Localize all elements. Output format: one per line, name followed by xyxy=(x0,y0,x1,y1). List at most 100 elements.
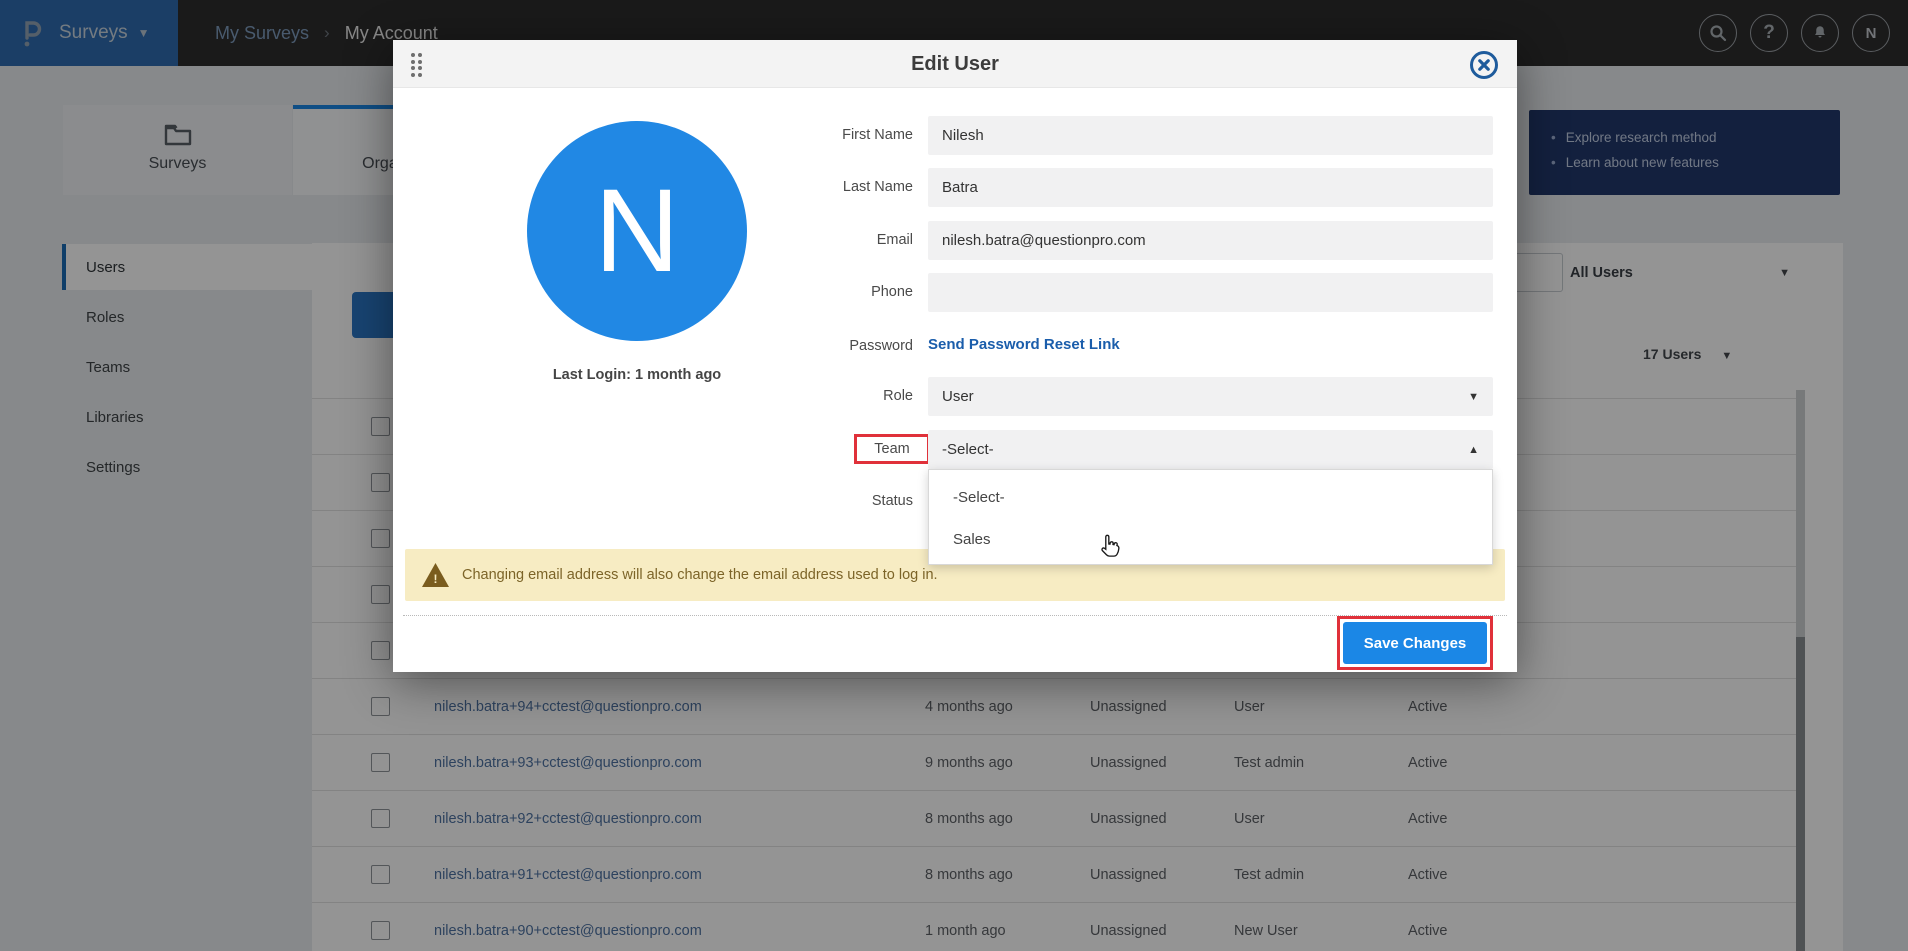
row-checkbox[interactable] xyxy=(371,809,390,828)
save-changes-button[interactable]: Save Changes xyxy=(1343,622,1487,664)
team-option-select[interactable]: -Select- xyxy=(929,477,1492,519)
password-label: Password xyxy=(773,327,913,366)
tab-surveys[interactable]: Surveys xyxy=(63,105,292,195)
row-checkbox[interactable] xyxy=(371,585,390,604)
row-checkbox[interactable] xyxy=(371,865,390,884)
users-filter-select[interactable]: All Users ▼ xyxy=(1570,253,1798,292)
table-row: nilesh.batra+90+cctest@questionpro.com 1… xyxy=(312,903,1798,951)
scrollbar-thumb[interactable] xyxy=(1796,637,1805,951)
cell-last-login: 1 month ago xyxy=(925,903,1006,951)
cell-email[interactable]: nilesh.batra+94+cctest@questionpro.com xyxy=(434,679,702,735)
cell-last-login: 8 months ago xyxy=(925,847,1013,903)
modal-title: Edit User xyxy=(393,40,1517,88)
cell-team: Unassigned xyxy=(1090,791,1167,847)
product-name: Surveys xyxy=(59,22,128,44)
cell-status: Active xyxy=(1408,679,1448,735)
sidebar-item-roles[interactable]: Roles xyxy=(62,294,312,340)
cell-email[interactable]: nilesh.batra+90+cctest@questionpro.com xyxy=(434,903,702,951)
close-icon[interactable] xyxy=(1469,50,1499,80)
first-name-label: First Name xyxy=(773,116,913,155)
sidebar-item-teams[interactable]: Teams xyxy=(62,344,312,390)
email-field[interactable] xyxy=(928,221,1493,260)
chevron-down-icon: ▼ xyxy=(138,26,150,40)
search-icon[interactable] xyxy=(1699,14,1737,52)
cell-status: Active xyxy=(1408,791,1448,847)
warning-text: Changing email address will also change … xyxy=(462,567,938,583)
table-row: nilesh.batra+91+cctest@questionpro.com 8… xyxy=(312,847,1798,903)
breadcrumb-my-surveys[interactable]: My Surveys xyxy=(215,23,309,44)
bullet-icon: • xyxy=(1551,130,1556,145)
first-name-field[interactable] xyxy=(928,116,1493,155)
cell-status: Active xyxy=(1408,847,1448,903)
last-name-label: Last Name xyxy=(773,168,913,207)
cell-role: User xyxy=(1234,791,1265,847)
cell-last-login: 9 months ago xyxy=(925,735,1013,791)
chevron-up-icon: ▲ xyxy=(1468,444,1479,456)
navbar-actions: ? N xyxy=(1699,14,1890,52)
chevron-down-icon: ▼ xyxy=(1468,391,1479,403)
row-checkbox[interactable] xyxy=(371,529,390,548)
promo-link-research[interactable]: •Explore research method xyxy=(1551,130,1840,145)
team-select[interactable]: -Select- ▲ xyxy=(928,430,1493,469)
cell-email[interactable]: nilesh.batra+93+cctest@questionpro.com xyxy=(434,735,702,791)
promo-box: •Explore research method •Learn about ne… xyxy=(1529,110,1840,195)
cell-team: Unassigned xyxy=(1090,903,1167,951)
modal-header: Edit User xyxy=(393,40,1517,88)
phone-field[interactable] xyxy=(928,273,1493,312)
team-value: -Select- xyxy=(942,441,994,458)
cell-status: Active xyxy=(1408,903,1448,951)
row-checkbox[interactable] xyxy=(371,697,390,716)
sidebar-item-settings[interactable]: Settings xyxy=(62,444,312,490)
tab-surveys-label: Surveys xyxy=(63,155,292,173)
promo-link-features[interactable]: •Learn about new features xyxy=(1551,155,1840,170)
cell-email[interactable]: nilesh.batra+91+cctest@questionpro.com xyxy=(434,847,702,903)
chevron-down-icon: ▼ xyxy=(1779,267,1790,279)
table-row: nilesh.batra+94+cctest@questionpro.com 4… xyxy=(312,679,1798,735)
product-switcher[interactable]: Surveys ▼ xyxy=(0,0,178,66)
folder-icon xyxy=(63,123,292,149)
row-checkbox[interactable] xyxy=(371,921,390,940)
questionpro-logo-icon xyxy=(20,17,46,49)
role-select[interactable]: User ▼ xyxy=(928,377,1493,416)
cell-email[interactable]: nilesh.batra+92+cctest@questionpro.com xyxy=(434,791,702,847)
role-value: User xyxy=(942,388,974,405)
table-row: nilesh.batra+93+cctest@questionpro.com 9… xyxy=(312,735,1798,791)
users-filter-value: All Users xyxy=(1570,265,1633,281)
cell-team: Unassigned xyxy=(1090,735,1167,791)
role-label: Role xyxy=(773,377,913,416)
cell-last-login: 4 months ago xyxy=(925,679,1013,735)
sidebar-item-libraries[interactable]: Libraries xyxy=(62,394,312,440)
user-avatar[interactable]: N xyxy=(1852,14,1890,52)
table-row: nilesh.batra+92+cctest@questionpro.com 8… xyxy=(312,791,1798,847)
chevron-down-icon: ▼ xyxy=(1721,350,1732,362)
row-checkbox[interactable] xyxy=(371,753,390,772)
row-checkbox[interactable] xyxy=(371,473,390,492)
sidebar-item-users[interactable]: Users xyxy=(62,244,312,290)
team-option-sales[interactable]: Sales xyxy=(929,519,1492,561)
status-label: Status xyxy=(773,482,913,521)
last-login-text: Last Login: 1 month ago xyxy=(487,367,787,383)
app-root: Surveys ▼ My Surveys › My Account ? N Su… xyxy=(0,0,1908,951)
send-password-reset-link[interactable]: Send Password Reset Link xyxy=(928,336,1120,353)
cell-team: Unassigned xyxy=(1090,847,1167,903)
team-label-highlight: Team xyxy=(854,434,930,464)
warning-icon: ! xyxy=(422,563,449,587)
avatar: N xyxy=(527,121,747,341)
phone-label: Phone xyxy=(773,273,913,312)
edit-user-modal: Edit User N Last Login: 1 month ago Firs… xyxy=(393,40,1517,672)
bullet-icon: • xyxy=(1551,155,1556,170)
row-checkbox[interactable] xyxy=(371,417,390,436)
users-count-select[interactable]: 17 Users▼ xyxy=(1643,346,1732,362)
cell-last-login: 8 months ago xyxy=(925,791,1013,847)
cell-role: User xyxy=(1234,679,1265,735)
save-button-highlight: Save Changes xyxy=(1337,616,1493,670)
row-checkbox[interactable] xyxy=(371,641,390,660)
cell-status: Active xyxy=(1408,735,1448,791)
last-name-field[interactable] xyxy=(928,168,1493,207)
cell-role: Test admin xyxy=(1234,735,1304,791)
help-icon[interactable]: ? xyxy=(1750,14,1788,52)
cell-team: Unassigned xyxy=(1090,679,1167,735)
email-label: Email xyxy=(773,221,913,260)
cell-role: New User xyxy=(1234,903,1298,951)
notifications-icon[interactable] xyxy=(1801,14,1839,52)
